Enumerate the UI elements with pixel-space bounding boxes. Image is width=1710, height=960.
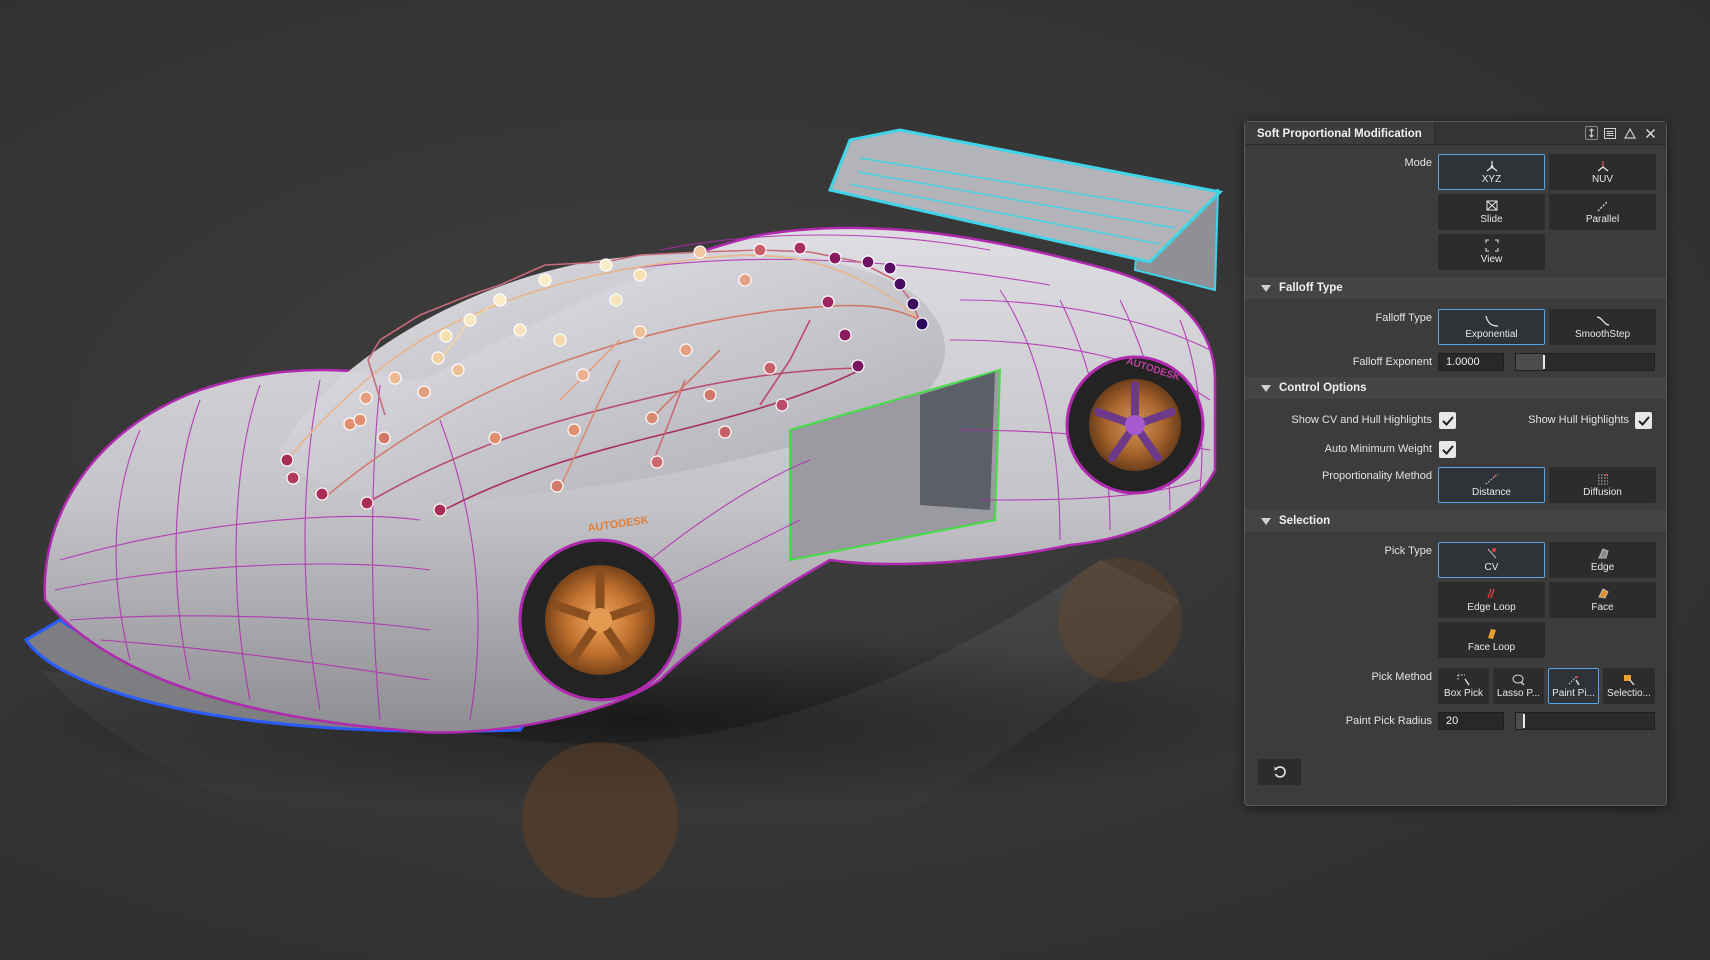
slider-fill bbox=[1516, 354, 1544, 370]
edge-pick-icon bbox=[1597, 548, 1609, 559]
xyz-axes-icon bbox=[1486, 161, 1497, 172]
checkmark-icon bbox=[1441, 415, 1454, 426]
falloff-type-label: Falloff Type bbox=[1375, 312, 1432, 324]
pick-method-paint-button[interactable]: Paint Pi... bbox=[1548, 668, 1599, 704]
pick-cv-button[interactable]: CV bbox=[1438, 542, 1545, 578]
lasso-icon bbox=[1512, 674, 1524, 686]
paint-radius-slider[interactable] bbox=[1515, 712, 1655, 730]
face-pick-icon bbox=[1597, 588, 1609, 599]
box-pick-icon bbox=[1457, 674, 1470, 686]
slide-icon bbox=[1486, 200, 1497, 211]
collapse-icon[interactable] bbox=[1622, 125, 1638, 141]
control-options-header[interactable]: Control Options bbox=[1245, 377, 1666, 399]
pick-method-selection-set-button[interactable]: Selectio... bbox=[1603, 668, 1655, 704]
auto-min-weight-label: Auto Minimum Weight bbox=[1324, 443, 1432, 455]
nuv-axes-icon bbox=[1597, 161, 1608, 172]
method-diffusion-button[interactable]: Diffusion bbox=[1549, 467, 1656, 503]
soft-proportional-panel: Soft Proportional Modification Mode XYZ … bbox=[1244, 121, 1667, 806]
panel-titlebar: Soft Proportional Modification bbox=[1245, 122, 1666, 145]
reset-icon bbox=[1274, 766, 1286, 778]
falloff-smoothstep-button[interactable]: SmoothStep bbox=[1549, 309, 1656, 345]
falloff-section-header[interactable]: Falloff Type bbox=[1245, 277, 1666, 299]
falloff-exponent-label: Falloff Exponent bbox=[1352, 356, 1432, 368]
pin-icon[interactable] bbox=[1585, 126, 1598, 140]
pick-method-label: Pick Method bbox=[1371, 671, 1432, 683]
falloff-exponent-slider[interactable] bbox=[1515, 353, 1655, 371]
pick-edge-button[interactable]: Edge bbox=[1549, 542, 1656, 578]
selection-section-header[interactable]: Selection bbox=[1245, 510, 1666, 532]
pick-face-loop-button[interactable]: Face Loop bbox=[1438, 622, 1545, 658]
close-icon[interactable] bbox=[1642, 125, 1658, 141]
selection-set-icon bbox=[1624, 675, 1635, 686]
expand-triangle-icon bbox=[1261, 385, 1271, 392]
exponential-curve-icon bbox=[1484, 315, 1498, 327]
slider-thumb[interactable] bbox=[1543, 355, 1545, 369]
falloff-exponent-field[interactable]: 1.0000 bbox=[1438, 353, 1504, 371]
paint-radius-label: Paint Pick Radius bbox=[1345, 715, 1432, 727]
method-distance-button[interactable]: Distance bbox=[1438, 467, 1545, 503]
paint-radius-field[interactable]: 20 bbox=[1438, 712, 1504, 730]
checkmark-icon bbox=[1637, 415, 1650, 426]
edge-loop-icon bbox=[1486, 588, 1495, 599]
front-wheel bbox=[518, 538, 682, 702]
slider-thumb[interactable] bbox=[1523, 714, 1525, 728]
paint-pick-icon bbox=[1568, 675, 1580, 686]
pick-edge-loop-button[interactable]: Edge Loop bbox=[1438, 582, 1545, 618]
show-cv-label: Show CV and Hull Highlights bbox=[1291, 414, 1432, 426]
checkmark-icon bbox=[1441, 444, 1454, 455]
smoothstep-curve-icon bbox=[1596, 316, 1609, 326]
rear-wheel bbox=[1065, 355, 1205, 495]
reset-button[interactable] bbox=[1258, 759, 1301, 785]
intake-dark bbox=[920, 372, 995, 510]
prop-method-label: Proportionality Method bbox=[1321, 470, 1432, 482]
show-hull-checkbox[interactable] bbox=[1635, 412, 1652, 429]
pick-method-box-button[interactable]: Box Pick bbox=[1438, 668, 1489, 704]
cv-pick-icon bbox=[1487, 548, 1496, 559]
show-hull-label: Show Hull Highlights bbox=[1528, 414, 1629, 426]
mode-nuv-button[interactable]: NUV bbox=[1549, 154, 1656, 190]
expand-triangle-icon bbox=[1261, 518, 1271, 525]
view-frame-icon bbox=[1485, 239, 1498, 252]
expand-triangle-icon bbox=[1261, 285, 1271, 292]
diffusion-icon bbox=[1597, 473, 1608, 485]
menu-icon[interactable] bbox=[1602, 125, 1618, 141]
falloff-exponential-button[interactable]: Exponential bbox=[1438, 309, 1545, 345]
mode-parallel-button[interactable]: Parallel bbox=[1549, 194, 1656, 230]
mode-label: Mode bbox=[1404, 157, 1432, 169]
panel-title[interactable]: Soft Proportional Modification bbox=[1245, 122, 1435, 144]
parallel-icon bbox=[1597, 200, 1608, 212]
mode-slide-button[interactable]: Slide bbox=[1438, 194, 1545, 230]
face-loop-icon bbox=[1487, 629, 1496, 639]
pick-method-lasso-button[interactable]: Lasso P... bbox=[1493, 668, 1544, 704]
distance-icon bbox=[1485, 473, 1498, 485]
wheel-reflection-rear bbox=[1058, 558, 1182, 682]
pick-type-label: Pick Type bbox=[1384, 545, 1433, 557]
wheel-reflection-front bbox=[522, 742, 678, 898]
show-cv-checkbox[interactable] bbox=[1439, 412, 1456, 429]
auto-min-weight-checkbox[interactable] bbox=[1439, 441, 1456, 458]
mode-view-button[interactable]: View bbox=[1438, 234, 1545, 270]
mode-xyz-button[interactable]: XYZ bbox=[1438, 154, 1545, 190]
title-icons bbox=[1585, 125, 1658, 141]
pick-face-button[interactable]: Face bbox=[1549, 582, 1656, 618]
